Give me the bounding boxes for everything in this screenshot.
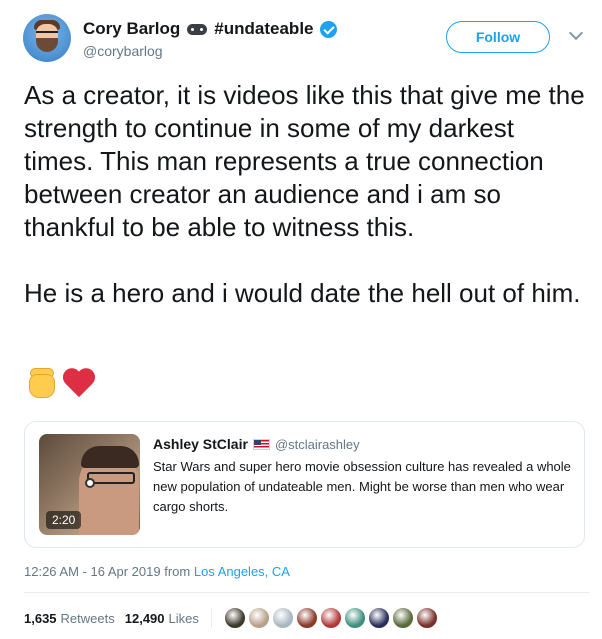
us-flag-icon <box>252 438 270 450</box>
liker-avatar[interactable] <box>295 607 318 629</box>
tweet-paragraph: He is a hero and i would date the hell o… <box>24 278 581 308</box>
gamepad-icon <box>186 22 208 36</box>
author-display-name[interactable]: Cory Barlog <box>83 19 180 39</box>
author-avatar[interactable] <box>23 14 71 62</box>
quoted-author-name[interactable]: Ashley StClair <box>153 436 248 452</box>
author-name-row[interactable]: Cory Barlog #undateable <box>83 18 337 40</box>
likes-label: Likes <box>168 610 199 626</box>
tweet-timestamp-row: 12:26 AM - 16 Apr 2019 from Los Angeles,… <box>24 564 290 579</box>
quoted-author-handle[interactable]: @stclairashley <box>275 437 360 452</box>
liker-avatar[interactable] <box>367 607 390 629</box>
tweet-header: Cory Barlog #undateable @corybarlog Foll… <box>23 14 588 68</box>
chevron-down-icon[interactable] <box>568 25 584 41</box>
raised-fist-icon <box>26 366 58 400</box>
retweets-count: 1,635 <box>24 610 57 626</box>
likes-count: 12,490 <box>124 610 165 626</box>
liker-avatar[interactable] <box>343 607 366 629</box>
liker-avatar[interactable] <box>271 607 294 629</box>
quoted-author-row[interactable]: Ashley StClair @stclairashley <box>153 435 360 453</box>
quoted-tweet-card[interactable]: 2:20 Ashley StClair @stclairashley Star … <box>24 421 585 548</box>
emoji-row <box>26 365 96 401</box>
divider <box>24 592 589 593</box>
video-duration: 2:20 <box>46 511 82 529</box>
play-indicator-icon <box>85 478 95 488</box>
follow-button[interactable]: Follow <box>446 21 550 53</box>
retweets-label: Retweets <box>60 610 115 626</box>
liker-avatar[interactable] <box>391 607 414 629</box>
tweet-timestamp[interactable]: 12:26 AM - 16 Apr 2019 from <box>24 564 190 579</box>
video-thumbnail[interactable]: 2:20 <box>39 434 140 535</box>
tweet-stats: 1,635 Retweets 12,490 Likes <box>24 607 438 629</box>
liker-avatar[interactable] <box>247 607 270 629</box>
liker-avatar[interactable] <box>319 607 342 629</box>
liker-avatar[interactable] <box>223 607 246 629</box>
retweets-stat[interactable]: 1,635 Retweets <box>24 611 115 626</box>
stats-divider <box>210 608 212 628</box>
red-heart-icon <box>62 367 96 399</box>
author-name-suffix[interactable]: #undateable <box>214 19 313 39</box>
tweet-text: As a creator, it is videos like this tha… <box>24 79 589 343</box>
location-link[interactable]: Los Angeles, CA <box>194 564 290 579</box>
author-handle[interactable]: @corybarlog <box>83 43 163 59</box>
liker-avatar[interactable] <box>415 607 438 629</box>
verified-badge-icon <box>319 20 337 38</box>
quoted-tweet-text: Star Wars and super hero movie obsession… <box>153 459 571 514</box>
likes-stat[interactable]: 12,490 Likes <box>125 611 199 626</box>
liker-avatars <box>223 607 438 629</box>
tweet-paragraph: As a creator, it is videos like this tha… <box>24 80 585 242</box>
